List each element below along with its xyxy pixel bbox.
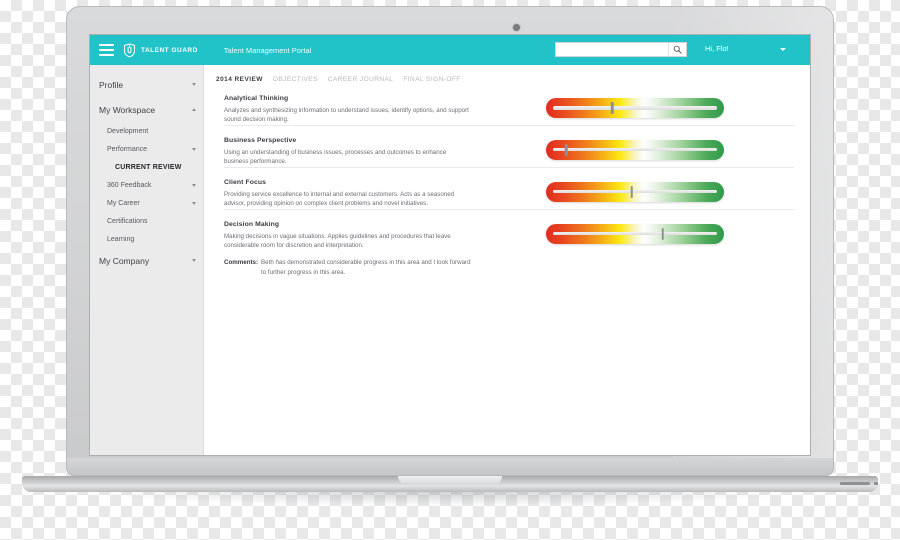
sidebar-item-label: Learning <box>107 235 135 243</box>
comments-label: Comments: <box>224 259 259 267</box>
comments-text: Beth has demonstrated considerable progr… <box>261 259 471 276</box>
rating-slider-handle[interactable] <box>564 143 568 156</box>
sidebar-item-label: Performance <box>107 145 148 153</box>
competency-row: Business Perspective Using an understandi… <box>204 124 810 167</box>
sidebar-item-label: Development <box>107 127 149 135</box>
search-icon <box>673 45 682 54</box>
sidebar-item-label: Certifications <box>107 217 148 225</box>
user-greeting[interactable]: Hi, Flo! <box>705 44 729 53</box>
rating-slider-handle[interactable] <box>630 185 633 198</box>
laptop-shadow <box>95 492 795 506</box>
rating-slider-cell <box>472 137 798 160</box>
competency-comments: Comments: Beth has demonstrated considera… <box>224 258 472 277</box>
brand-logo[interactable]: TALENT GUARD <box>123 43 198 58</box>
rating-slider-track <box>553 106 717 110</box>
sidebar: Profile My Workspace Development Performanc… <box>90 65 204 455</box>
rating-slider[interactable] <box>546 181 724 202</box>
portal-title: Talent Management Portal <box>223 45 312 55</box>
rating-slider[interactable] <box>546 223 724 244</box>
competency-row: Analytical Thinking Analyzes and synthesi… <box>204 83 810 125</box>
chevron-down-icon[interactable] <box>192 83 196 86</box>
rating-slider-cell <box>472 221 798 244</box>
app-body: Profile My Workspace Development Performanc… <box>90 65 810 455</box>
competency-row: Client Focus Providing service excellence… <box>204 166 810 209</box>
tab-career-journal[interactable]: CAREER JOURNAL <box>328 76 394 83</box>
shield-logo-icon <box>124 43 135 57</box>
hamburger-icon[interactable] <box>99 43 114 57</box>
rating-slider-track <box>553 189 717 194</box>
sidebar-item-performance[interactable]: Performance <box>90 140 203 158</box>
competency-list: Analytical Thinking Analyzes and synthesi… <box>204 83 810 277</box>
main-content: 2014 REVIEW OBJECTIVES CAREER JOURNAL FINAL… <box>204 65 810 455</box>
competency-text: Business Perspective Using an understandi… <box>224 137 472 167</box>
competency-title: Decision Making <box>224 220 280 228</box>
tab-2014-review[interactable]: 2014 REVIEW <box>216 76 263 83</box>
sidebar-item-certifications[interactable]: Certifications <box>90 212 203 230</box>
rating-slider-cell <box>472 179 798 202</box>
laptop-mockup: TALENT GUARD Talent Management Portal Hi… <box>0 0 900 540</box>
sidebar-item-development[interactable]: Development <box>90 122 203 140</box>
laptop-chin <box>66 458 834 476</box>
chevron-down-icon[interactable] <box>192 201 196 205</box>
sidebar-item-label: 360 Feedback <box>107 181 152 189</box>
laptop-base-notch <box>398 476 502 485</box>
rating-slider[interactable] <box>546 139 724 160</box>
rating-slider-handle[interactable] <box>610 102 614 114</box>
tab-final-sign-off[interactable]: FINAL SIGN-OFF <box>403 76 460 83</box>
rating-slider[interactable] <box>546 98 724 118</box>
rating-slider-track <box>553 147 717 152</box>
webcam-icon <box>513 24 520 31</box>
search-button[interactable] <box>668 43 686 56</box>
laptop-base-vents <box>840 482 878 485</box>
sidebar-item-label: My Workspace <box>99 104 156 115</box>
app-header: TALENT GUARD Talent Management Portal Hi… <box>90 35 810 65</box>
chevron-down-icon[interactable] <box>780 48 786 51</box>
brand-name: TALENT GUARD <box>141 46 198 54</box>
sidebar-item-my-workspace[interactable]: My Workspace <box>90 97 203 122</box>
sidebar-item-360-feedback[interactable]: 360 Feedback <box>90 176 203 194</box>
chevron-down-icon[interactable] <box>192 259 196 262</box>
competency-row: Decision Making Making decisions in vague… <box>204 208 810 278</box>
tab-bar: 2014 REVIEW OBJECTIVES CAREER JOURNAL FINAL… <box>204 65 810 83</box>
sidebar-item-profile[interactable]: Profile <box>90 72 203 97</box>
rating-slider-cell <box>472 95 798 118</box>
sidebar-item-label: My Career <box>107 199 140 207</box>
search-input[interactable] <box>556 43 668 56</box>
sidebar-item-learning[interactable]: Learning <box>90 230 203 248</box>
rating-slider-track <box>553 231 717 236</box>
competency-text: Client Focus Providing service excellence… <box>224 179 472 209</box>
competency-description: Making decisions in vague situations. Ap… <box>224 232 451 249</box>
chevron-down-icon[interactable] <box>192 183 196 187</box>
sidebar-item-label: Profile <box>99 79 124 90</box>
competency-description: Providing service excellence to internal… <box>224 190 455 208</box>
competency-title: Business Perspective <box>224 136 297 144</box>
competency-text: Analytical Thinking Analyzes and synthesi… <box>224 95 472 125</box>
rating-slider-handle[interactable] <box>661 227 665 240</box>
chevron-down-icon[interactable] <box>192 147 196 151</box>
sidebar-item-my-career[interactable]: My Career <box>90 194 203 212</box>
competency-title: Client Focus <box>224 178 266 186</box>
competency-text: Decision Making Making decisions in vague… <box>224 221 472 278</box>
search-box[interactable] <box>555 42 687 57</box>
tab-objectives[interactable]: OBJECTIVES <box>273 76 318 83</box>
sidebar-item-label: My Company <box>99 255 150 266</box>
laptop-screen: TALENT GUARD Talent Management Portal Hi… <box>89 34 811 456</box>
chevron-up-icon[interactable] <box>192 108 196 111</box>
sidebar-item-my-company[interactable]: My Company <box>90 248 203 273</box>
sidebar-item-label: CURRENT REVIEW <box>115 163 182 171</box>
competency-description: Using an understanding of business issue… <box>224 148 447 166</box>
competency-description: Analyzes and synthesizing information to… <box>224 107 469 124</box>
sidebar-item-current-review[interactable]: CURRENT REVIEW <box>90 158 203 176</box>
competency-title: Analytical Thinking <box>224 95 289 102</box>
